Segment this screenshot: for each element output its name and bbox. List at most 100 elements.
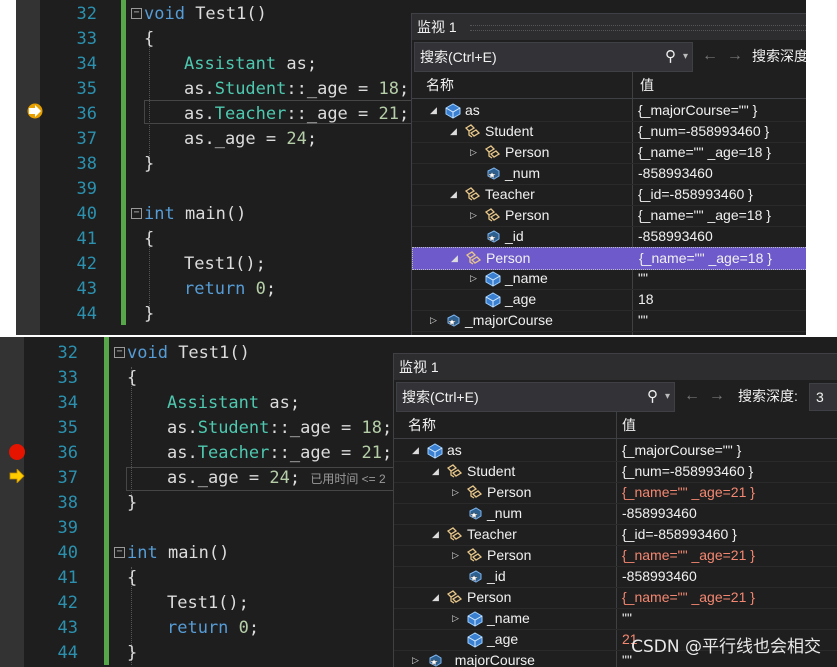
watch-row[interactable]: ▷ Person {_name="" _age=21 } [394, 545, 837, 567]
chevron-down-icon[interactable]: ▾ [665, 383, 670, 411]
expand-triangle-icon[interactable]: ▷ [452, 545, 459, 566]
code-line: as.Teacher::_age = 21; [167, 443, 393, 463]
search-depth-input[interactable]: 3 [809, 383, 837, 411]
column-name-header[interactable]: 名称 [426, 72, 454, 98]
search-icon[interactable]: ⚲ [647, 383, 658, 411]
watch-row[interactable]: ◢ Person {_name="" _age=21 } [394, 587, 837, 609]
watch-window[interactable]: 监视 1 搜索(Ctrl+E) ⚲ ▾ ← → 搜索深度: 3 名称 值 ◢ as… [393, 353, 837, 667]
class-icon [466, 547, 483, 564]
watch-row[interactable]: ▷ Person {_name="" _age=21 } [394, 482, 837, 504]
field-icon [426, 652, 443, 667]
expand-triangle-icon[interactable]: ▷ [470, 142, 477, 163]
code-line: } [127, 643, 138, 663]
line-number: 32 [76, 4, 97, 24]
collapse-triangle-icon[interactable]: ◢ [451, 248, 458, 269]
expand-triangle-icon[interactable]: ▷ [470, 268, 477, 289]
code-line: Test1(); [184, 254, 266, 274]
code-line: as.Student::_age = 18; [167, 418, 393, 438]
collapse-triangle-icon[interactable]: ◢ [412, 440, 419, 461]
arrow-left-icon[interactable]: ← [684, 387, 700, 404]
watch-row[interactable]: ▷ _name "" [412, 268, 806, 290]
expand-triangle-icon[interactable]: ▷ [412, 650, 419, 667]
watch-row[interactable]: _num -858993460 [394, 503, 837, 525]
watch-row-name: Person [487, 547, 532, 563]
collapse-triangle-icon[interactable]: ◢ [432, 587, 439, 608]
chevron-down-icon[interactable]: ▾ [683, 43, 688, 71]
expand-triangle-icon[interactable]: ▷ [470, 205, 477, 226]
class-icon [464, 123, 481, 140]
watch-row-value: "" [638, 270, 648, 286]
collapse-triangle-icon[interactable]: ◢ [430, 100, 437, 121]
code-line: as.Student::_age = 18; [184, 79, 410, 99]
line-number: 33 [57, 368, 78, 388]
arrow-right-icon[interactable]: → [709, 387, 725, 404]
watch-row-name: _majorCourse [465, 312, 553, 328]
class-icon [466, 484, 483, 501]
watch-row[interactable]: ▷ Person {_name="" _age=18 } [412, 205, 806, 227]
search-input[interactable]: 搜索(Ctrl+E) ⚲ ▾ [414, 42, 693, 72]
search-depth-label: 搜索深度: [738, 388, 798, 404]
search-input[interactable]: 搜索(Ctrl+E) ⚲ ▾ [396, 382, 675, 412]
expand-triangle-icon[interactable]: ▷ [430, 310, 437, 331]
watch-row[interactable]: ◢ Teacher {_id=-858993460 } [394, 524, 837, 546]
watch-row[interactable]: ◢ as {_majorCourse="" } [412, 100, 806, 122]
class-icon [465, 250, 482, 267]
object-icon [466, 610, 483, 627]
line-number: 36 [57, 443, 78, 463]
code-line: } [144, 304, 155, 324]
code-line: Assistant as; [167, 393, 301, 413]
watch-title-label: 监视 1 [399, 359, 439, 375]
line-number: 41 [57, 568, 78, 588]
arrow-right-icon[interactable]: → [727, 47, 743, 64]
line-number: 42 [57, 593, 78, 613]
watch-row-value: -858993460 [622, 568, 697, 584]
watch-row[interactable]: _id -858993460 [412, 226, 806, 248]
watermark: CSDN @平行线也会相交 [631, 637, 821, 657]
column-value-header[interactable]: 值 [622, 412, 636, 438]
watch-row[interactable]: ◢ Teacher {_id=-858993460 } [412, 184, 806, 206]
watch-row-value: "" [622, 610, 632, 626]
watch-window-title[interactable]: 监视 1 [394, 354, 837, 380]
collapse-triangle-icon[interactable]: ◢ [450, 184, 457, 205]
watch-row[interactable]: ◢ Student {_num=-858993460 } [412, 121, 806, 143]
field-icon [466, 505, 483, 522]
watch-row-value: -858993460 [638, 165, 713, 181]
collapse-triangle-icon[interactable]: ◢ [432, 524, 439, 545]
code-line: { [127, 368, 138, 388]
watch-window-title[interactable]: 监视 1 [412, 14, 806, 40]
watch-row-name: Person [486, 250, 531, 266]
search-icon[interactable]: ⚲ [665, 43, 676, 71]
line-number: 36 [76, 104, 97, 124]
watch-row[interactable]: _id -858993460 [394, 566, 837, 588]
watch-row[interactable]: ▷ Person {_name="" _age=18 } [412, 142, 806, 164]
watch-row[interactable]: ◢ as {_majorCourse="" } [394, 440, 837, 462]
watch-row-value: {_name="" _age=21 } [622, 589, 755, 605]
watch-row[interactable]: ◢ Person {_name="" _age=18 } [412, 247, 806, 270]
code-line: Assistant as; [184, 54, 318, 74]
watch-window[interactable]: 监视 1 搜索(Ctrl+E) ⚲ ▾ ← → 搜索深度 名称 值 ◢ as {_m… [411, 13, 806, 335]
watch-row-name: _name [487, 610, 530, 626]
collapse-triangle-icon[interactable]: ◢ [450, 121, 457, 142]
watch-row[interactable]: ▷ _majorCourse "" [412, 310, 806, 332]
line-number: 44 [76, 304, 97, 324]
object-icon [426, 442, 443, 459]
column-name-header[interactable]: 名称 [408, 412, 436, 438]
code-line: } [127, 493, 138, 513]
expand-triangle-icon[interactable]: ▷ [452, 608, 459, 629]
watch-row-name: Teacher [467, 526, 517, 542]
watch-row[interactable]: ▷ _name "" [394, 608, 837, 630]
column-value-header[interactable]: 值 [640, 72, 654, 98]
expand-triangle-icon[interactable]: ▷ [452, 482, 459, 503]
line-number: 43 [57, 618, 78, 638]
watch-row-name: Student [467, 463, 516, 479]
search-nav-arrows[interactable]: ← → [702, 42, 743, 70]
line-number: 44 [57, 643, 78, 663]
watch-row[interactable]: _num -858993460 [412, 163, 806, 185]
watch-row-value: {_id=-858993460 } [638, 186, 753, 202]
watch-row[interactable]: _age 18 [412, 289, 806, 311]
collapse-triangle-icon[interactable]: ◢ [432, 461, 439, 482]
search-nav-arrows[interactable]: ← → [684, 382, 725, 410]
watch-row-value: {_num=-858993460 } [622, 463, 754, 479]
arrow-left-icon[interactable]: ← [702, 47, 718, 64]
watch-row[interactable]: ◢ Student {_num=-858993460 } [394, 461, 837, 483]
